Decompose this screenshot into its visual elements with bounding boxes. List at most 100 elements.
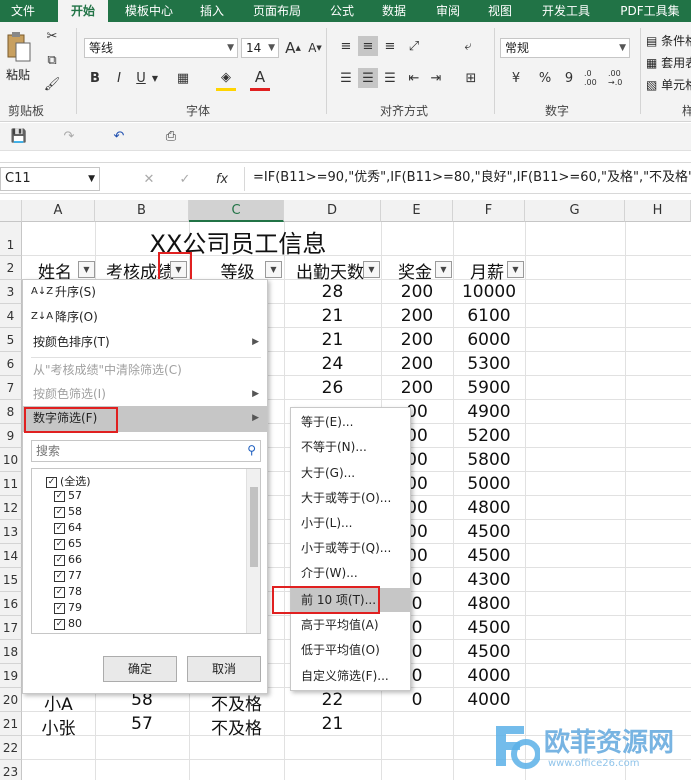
submenu-item[interactable]: 介于(W)... xyxy=(291,561,410,585)
table-cell[interactable]: 6000 xyxy=(453,330,525,350)
checkbox-icon[interactable]: ✓ xyxy=(54,554,65,566)
cell-style-button[interactable]: ▧ 单元格 xyxy=(646,76,691,93)
format-painter-icon[interactable]: 🖌 xyxy=(44,76,61,92)
tab-developer[interactable]: 开发工具 xyxy=(535,0,597,22)
row-header[interactable]: 9 xyxy=(0,424,22,448)
column-header-f[interactable]: F xyxy=(453,200,525,222)
row-header[interactable]: 4 xyxy=(0,304,22,328)
row-header[interactable]: 17 xyxy=(0,616,22,640)
table-cell[interactable]: 4000 xyxy=(453,690,525,710)
tab-data[interactable]: 数据 xyxy=(374,0,414,22)
row-header[interactable]: 18 xyxy=(0,640,22,664)
save-icon[interactable]: 💾 xyxy=(10,127,28,145)
table-cell[interactable]: 26 xyxy=(284,378,381,398)
row-header[interactable]: 19 xyxy=(0,664,22,688)
table-cell[interactable]: 4000 xyxy=(453,666,525,686)
tab-review[interactable]: 审阅 xyxy=(428,0,468,22)
number-format-combo[interactable]: 常规 ▼ xyxy=(500,38,630,58)
table-cell[interactable]: 200 xyxy=(381,378,453,398)
row-header[interactable]: 15 xyxy=(0,568,22,592)
copy-icon[interactable]: ⧉ xyxy=(44,52,60,68)
table-cell[interactable]: 21 xyxy=(284,306,381,326)
merge-center-icon[interactable]: ⊞ xyxy=(458,68,484,88)
cancel-entry-icon[interactable]: ✕ xyxy=(140,169,158,189)
table-cell[interactable]: 200 xyxy=(381,330,453,350)
grow-font-button[interactable]: A ▲ xyxy=(284,38,302,58)
row-header[interactable]: 7 xyxy=(0,376,22,400)
wrap-text-icon[interactable]: ⤶ xyxy=(458,36,478,56)
conditional-format-button[interactable]: ▤ 条件格 xyxy=(646,32,691,49)
align-top-icon[interactable]: ≡ xyxy=(336,36,356,56)
align-left-icon[interactable]: ☰ xyxy=(336,68,356,88)
table-cell[interactable]: 24 xyxy=(284,354,381,374)
tab-file[interactable]: 文件 xyxy=(0,0,46,22)
redo-icon[interactable]: ↷ xyxy=(60,127,78,145)
increase-indent-icon[interactable]: ⇥ xyxy=(426,68,446,88)
filter-value-item[interactable]: ✓ 66 xyxy=(54,553,82,568)
tab-template-center[interactable]: 模板中心 xyxy=(118,0,180,22)
checkbox-icon[interactable]: ✓ xyxy=(54,522,65,534)
submenu-item[interactable]: 自定义筛选(F)... xyxy=(291,664,410,688)
filter-value-item[interactable]: ✓ 65 xyxy=(54,537,82,552)
align-middle-icon[interactable]: ≡ xyxy=(358,36,378,56)
row-header[interactable]: 2 xyxy=(0,256,22,280)
filter-value-item[interactable]: ✓ 57 xyxy=(54,489,82,504)
table-cell[interactable]: 5200 xyxy=(453,426,525,446)
header-bonus[interactable]: 奖金 xyxy=(390,258,440,283)
submenu-item[interactable]: 大于或等于(O)... xyxy=(291,486,410,510)
filter-value-item[interactable]: ✓ 78 xyxy=(54,585,82,600)
tab-pdf-tools[interactable]: PDF工具集 xyxy=(612,0,688,22)
sort-ascending-item[interactable]: A↓Z 升序(S) xyxy=(23,280,267,304)
table-cell[interactable]: 200 xyxy=(381,282,453,302)
filter-value-item[interactable]: ✓ 77 xyxy=(54,569,82,584)
font-name-combo[interactable]: 等线 ▼ xyxy=(84,38,238,58)
tab-view[interactable]: 视图 xyxy=(480,0,520,22)
header-salary[interactable]: 月薪 xyxy=(462,258,512,283)
cancel-button[interactable]: 取消 xyxy=(187,656,261,682)
align-center-icon[interactable]: ☰ xyxy=(358,68,378,88)
column-header-g[interactable]: G xyxy=(525,200,625,222)
undo-icon[interactable]: ↶ xyxy=(110,127,128,145)
row-header[interactable]: 12 xyxy=(0,496,22,520)
filter-dropdown-f[interactable]: ▼ xyxy=(507,261,524,278)
tab-formulas[interactable]: 公式 xyxy=(322,0,362,22)
currency-icon[interactable]: ¥ xyxy=(502,68,530,88)
filter-value-list[interactable]: ✓(全选)✓57✓58✓64✓65✓66✓77✓78✓79✓80✓87 xyxy=(31,468,261,634)
filter-value-item[interactable]: ✓87 xyxy=(54,633,82,634)
row-header[interactable]: 3 xyxy=(0,280,22,304)
table-cell[interactable]: 4800 xyxy=(453,594,525,614)
select-all-corner[interactable] xyxy=(0,200,22,222)
checkbox-icon[interactable]: ✓ xyxy=(54,490,65,502)
column-header-h[interactable]: H xyxy=(625,200,691,222)
table-cell[interactable]: 5000 xyxy=(453,474,525,494)
filter-dropdown-e[interactable]: ▼ xyxy=(435,261,452,278)
filter-value-item[interactable]: ✓ 58 xyxy=(54,505,82,520)
name-box[interactable]: C11 ▼ xyxy=(0,167,100,191)
table-cell[interactable]: 10000 xyxy=(453,282,525,302)
row-header[interactable]: 21 xyxy=(0,712,22,736)
cut-icon[interactable]: ✂ xyxy=(44,28,60,44)
table-cell[interactable]: 200 xyxy=(381,354,453,374)
cell-c21[interactable]: 不及格 xyxy=(189,714,284,739)
cell-b21[interactable]: 57 xyxy=(95,714,189,734)
scrollbar-thumb[interactable] xyxy=(250,487,258,567)
border-icon[interactable]: ▦ xyxy=(172,68,194,88)
submenu-item[interactable]: 等于(E)... xyxy=(291,410,410,434)
submenu-item[interactable]: 小于或等于(Q)... xyxy=(291,536,410,560)
tab-page-layout[interactable]: 页面布局 xyxy=(246,0,308,22)
cell-d20[interactable]: 22 xyxy=(284,690,381,710)
decrease-decimal-button[interactable]: .00 →.0 xyxy=(608,68,630,88)
tab-home[interactable]: 开始 xyxy=(58,0,108,22)
submenu-item[interactable]: 高于平均值(A) xyxy=(291,613,410,637)
table-cell[interactable]: 4500 xyxy=(453,546,525,566)
font-color-icon[interactable]: A xyxy=(250,66,270,88)
row-header[interactable]: 8 xyxy=(0,400,22,424)
table-cell[interactable]: 28 xyxy=(284,282,381,302)
checkbox-icon[interactable]: ✓ xyxy=(46,476,57,488)
table-cell[interactable]: 4300 xyxy=(453,570,525,590)
filter-value-item[interactable]: ✓ 80 xyxy=(54,617,82,632)
row-header[interactable]: 11 xyxy=(0,472,22,496)
table-cell[interactable]: 4800 xyxy=(453,498,525,518)
chevron-down-icon[interactable]: ▼ xyxy=(150,68,160,88)
submenu-item[interactable]: 不等于(N)... xyxy=(291,435,410,459)
